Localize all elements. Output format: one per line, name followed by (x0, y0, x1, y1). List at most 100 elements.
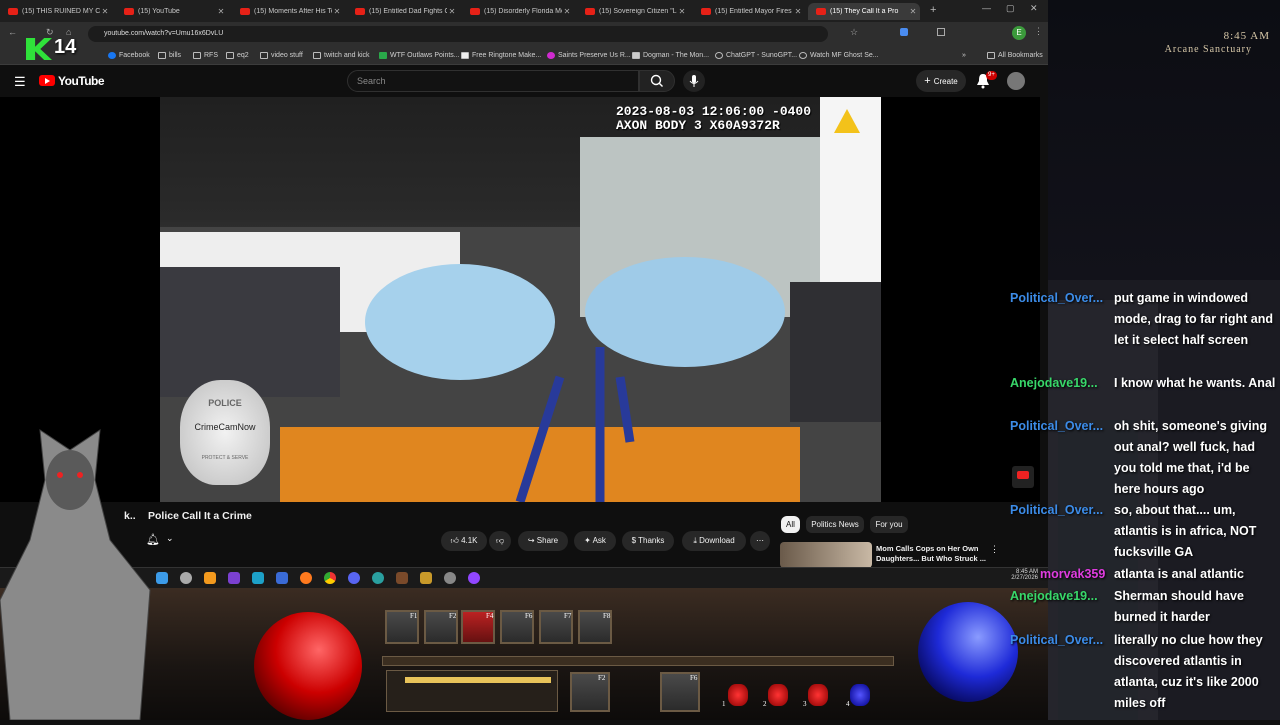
close-tab-icon[interactable]: ✕ (216, 7, 226, 16)
reload-icon[interactable]: ↻ (46, 27, 54, 38)
browser-tab[interactable]: (15) Disorderly Florida Me ✕ (462, 3, 574, 20)
chat-username[interactable]: morvak359 (1010, 564, 1112, 585)
bookmark-item[interactable]: video stuff (260, 49, 303, 61)
youtube-header: ☰ YouTube Search + Create 9+ (0, 65, 1040, 97)
chat-username[interactable]: Political_Over... (1010, 500, 1112, 521)
back-icon[interactable]: ← (8, 27, 17, 37)
bookmark-item[interactable]: bills (158, 49, 181, 61)
dislike-button[interactable]: 👎︎ (489, 531, 511, 551)
profile-avatar[interactable]: E (1012, 26, 1026, 40)
experience-bar (382, 656, 894, 666)
site-icon (547, 51, 555, 59)
ask-button[interactable]: ✦ Ask (574, 531, 616, 551)
chevron-down-icon[interactable]: ⌄ (166, 533, 174, 544)
taskbar-app-icon[interactable] (420, 572, 432, 584)
recommended-title[interactable]: Mom Calls Cops on Her Own Daughters... Bu… (876, 544, 986, 564)
chat-text: put game in windowed mode, drag to far r… (1114, 291, 1274, 347)
like-button[interactable]: 👍︎ 4.1K (441, 531, 487, 551)
youtube-logo-icon[interactable] (39, 75, 55, 86)
taskbar-app-icon[interactable] (228, 572, 240, 584)
recommended-thumbnail[interactable] (780, 542, 872, 568)
taskbar-app-icon[interactable] (180, 572, 192, 584)
close-tab-icon[interactable]: ✕ (562, 7, 572, 16)
close-tab-icon[interactable]: ✕ (677, 7, 687, 16)
search-button[interactable] (639, 70, 675, 92)
bookmark-item[interactable]: WTF Outlaws Points... (379, 49, 460, 61)
taskbar-app-icon[interactable] (396, 572, 408, 584)
taskbar-app-icon[interactable] (468, 572, 480, 584)
chip-for-you[interactable]: For you (870, 516, 908, 533)
taskbar-app-icon[interactable] (372, 572, 384, 584)
settings-gear-icon[interactable] (444, 572, 456, 584)
bookmark-item[interactable]: Dogman - The Mon... (632, 49, 709, 61)
youtube-favicon-icon (470, 8, 480, 15)
bookmark-star-icon[interactable]: ☆ (850, 27, 858, 38)
menu-dots-icon[interactable]: ⋮ (1034, 26, 1043, 37)
close-tab-icon[interactable]: ✕ (447, 7, 457, 16)
folder-icon (313, 51, 321, 59)
search-input[interactable]: Search (347, 70, 639, 92)
youtube-logo-text[interactable]: YouTube (58, 74, 105, 88)
site-icon (379, 51, 387, 59)
youtube-favicon-icon (816, 8, 826, 15)
bookmark-item[interactable]: Free Ringtone Make... (461, 49, 541, 61)
taskbar-app-icon[interactable] (252, 572, 264, 584)
chat-username[interactable]: Anejodave19... (1010, 586, 1112, 607)
minimize-icon[interactable]: — (982, 3, 991, 13)
bookmark-item[interactable]: Watch MF Ghost Se... (799, 49, 879, 61)
bookmarks-overflow-icon[interactable]: » (962, 49, 966, 61)
close-window-icon[interactable]: ✕ (1030, 3, 1038, 14)
health-potion-icon[interactable] (728, 684, 748, 706)
extensions-puzzle-icon[interactable] (937, 28, 945, 36)
browser-tab[interactable]: (15) Moments After His Te ✕ (232, 3, 344, 20)
bookmark-item[interactable]: eq2 (226, 49, 249, 61)
close-tab-icon[interactable]: ✕ (908, 7, 918, 16)
more-actions-button[interactable]: ⋯ (750, 531, 770, 551)
discord-icon[interactable] (348, 572, 360, 584)
mana-potion-icon[interactable] (850, 684, 870, 706)
recommended-menu-icon[interactable]: ⋮ (990, 544, 999, 555)
close-tab-icon[interactable]: ✕ (100, 7, 110, 16)
bookmark-item[interactable]: Saints Preserve Us R... (547, 49, 631, 61)
microphone-button[interactable] (683, 70, 705, 92)
share-button[interactable]: ↪ Share (518, 531, 568, 551)
browser-tab-active[interactable]: (15) They Call It a Pro ✕ (808, 3, 920, 20)
youtube-overlay-icon (1012, 466, 1034, 488)
maximize-icon[interactable]: ▢ (1006, 3, 1015, 14)
browser-tab[interactable]: (15) Entitled Mayor Fires & ✕ (693, 3, 805, 20)
taskbar-app-icon[interactable] (276, 572, 288, 584)
download-button[interactable]: ⤓ Download (682, 531, 746, 551)
extension-icon[interactable] (900, 28, 908, 36)
video-frame[interactable]: 2023-08-03 12:06:00 -0400 AXON BODY 3 X6… (160, 97, 881, 502)
chip-all[interactable]: All (781, 516, 800, 533)
vlc-icon[interactable] (204, 572, 216, 584)
hamburger-menu-icon[interactable]: ☰ (14, 74, 26, 90)
bookmark-item[interactable]: Facebook (108, 49, 150, 61)
browser-tab[interactable]: (15) Entitled Dad Fights Co ✕ (347, 3, 459, 20)
browser-tab[interactable]: (15) Sovereign Citizen "La ✕ (577, 3, 689, 20)
chat-username[interactable]: Political_Over... (1010, 288, 1112, 309)
chat-username[interactable]: Political_Over... (1010, 630, 1112, 651)
firefox-icon[interactable] (300, 572, 312, 584)
close-tab-icon[interactable]: ✕ (332, 7, 342, 16)
bookmark-item[interactable]: RFS (193, 49, 218, 61)
close-tab-icon[interactable]: ✕ (793, 7, 803, 16)
all-bookmarks[interactable]: All Bookmarks (987, 49, 1043, 61)
thanks-button[interactable]: $ Thanks (622, 531, 674, 551)
chrome-icon[interactable] (324, 572, 336, 584)
bookmark-item[interactable]: ChatGPT - SunoGPT... (715, 49, 797, 61)
bookmark-item[interactable]: twitch and kick (313, 49, 370, 61)
new-tab-icon[interactable]: + (930, 4, 936, 16)
address-bar: ← ↻ ⌂ youtube.com/watch?v=Umu16x6DvLU ☆ … (0, 22, 1048, 46)
browser-tab[interactable]: (15) THIS RUINED MY CH ✕ (0, 3, 112, 20)
url-field[interactable]: youtube.com/watch?v=Umu16x6DvLU (88, 26, 828, 42)
browser-tab[interactable]: (15) YouTube ✕ (116, 3, 228, 20)
chip-politics-news[interactable]: Politics News (806, 516, 864, 533)
chat-username[interactable]: Political_Over... (1010, 416, 1112, 437)
account-avatar[interactable] (1007, 72, 1025, 90)
youtube-favicon-icon (355, 8, 365, 15)
create-button[interactable]: + Create (916, 70, 966, 92)
chat-username[interactable]: Anejodave19... (1010, 373, 1112, 394)
health-potion-icon[interactable] (768, 684, 788, 706)
health-potion-icon[interactable] (808, 684, 828, 706)
